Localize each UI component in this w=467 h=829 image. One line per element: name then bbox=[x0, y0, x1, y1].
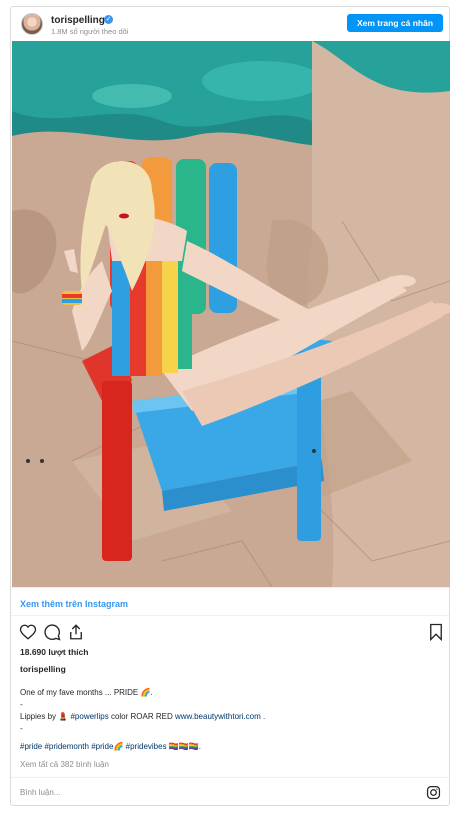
caption-text: One of my fave months ... PRIDE bbox=[20, 688, 139, 698]
caption-text: Lippies by bbox=[20, 712, 57, 722]
caption-username[interactable]: torispelling bbox=[20, 664, 66, 674]
caption: One of my fave months ... PRIDE 🌈. - Lip… bbox=[20, 687, 440, 753]
divider bbox=[11, 615, 449, 616]
caption-line: One of my fave months ... PRIDE 🌈. bbox=[20, 687, 440, 699]
hashtag-line: #pride #pridemonth #pride🌈 #pridevibes 🏳… bbox=[20, 741, 440, 753]
bookmark-icon[interactable] bbox=[427, 623, 445, 641]
pride-flag-icon: 🏳️‍🌈🏳️‍🌈🏳️‍🌈 bbox=[168, 742, 199, 751]
verified-badge-icon: ✓ bbox=[104, 15, 113, 24]
view-profile-button[interactable]: Xem trang cá nhân bbox=[347, 14, 443, 32]
comment-bar bbox=[11, 777, 449, 806]
instagram-embed-card: torispelling ✓ 1.8M số người theo dõi Xe… bbox=[10, 6, 450, 806]
hashtag-link[interactable]: #pride bbox=[91, 742, 113, 751]
follower-count: 1.8M số người theo dõi bbox=[51, 27, 129, 36]
caption-text: . bbox=[263, 712, 266, 722]
photo-illustration bbox=[12, 41, 450, 587]
action-bar bbox=[11, 623, 449, 643]
share-icon[interactable] bbox=[67, 623, 85, 641]
hashtag-link[interactable]: #pride bbox=[20, 742, 42, 751]
caption-line: Lippies by 💄 #powerlips color ROAR RED w… bbox=[20, 711, 440, 723]
caption-dash: - bbox=[20, 724, 23, 733]
hashtag-link[interactable]: #pridevibes bbox=[126, 742, 167, 751]
heart-icon[interactable] bbox=[19, 623, 37, 641]
view-all-comments-link[interactable]: Xem tất cả 382 bình luận bbox=[20, 760, 109, 769]
rainbow-icon: 🌈 bbox=[113, 742, 124, 751]
caption-text: . bbox=[198, 742, 201, 752]
rainbow-icon: 🌈 bbox=[140, 688, 151, 697]
post-photo[interactable] bbox=[12, 41, 450, 587]
header-username[interactable]: torispelling bbox=[51, 15, 105, 26]
hashtag-link[interactable]: #powerlips bbox=[70, 712, 108, 721]
like-count[interactable]: 18.690 lượt thích bbox=[20, 647, 88, 657]
website-link[interactable]: www.beautywithtori.com bbox=[175, 712, 261, 721]
avatar[interactable] bbox=[21, 13, 43, 35]
post-header: torispelling ✓ 1.8M số người theo dõi Xe… bbox=[11, 7, 449, 41]
caption-text: . bbox=[150, 688, 153, 698]
comment-input[interactable] bbox=[20, 785, 400, 799]
caption-text: color ROAR RED bbox=[110, 712, 173, 722]
caption-dash: - bbox=[20, 700, 23, 709]
view-on-instagram-link[interactable]: Xem thêm trên Instagram bbox=[20, 599, 128, 609]
hashtag-link[interactable]: #pridemonth bbox=[44, 742, 88, 751]
comment-icon[interactable] bbox=[43, 623, 61, 641]
divider bbox=[11, 587, 449, 588]
lipstick-icon: 💄 bbox=[58, 712, 69, 721]
instagram-icon[interactable] bbox=[426, 785, 441, 800]
